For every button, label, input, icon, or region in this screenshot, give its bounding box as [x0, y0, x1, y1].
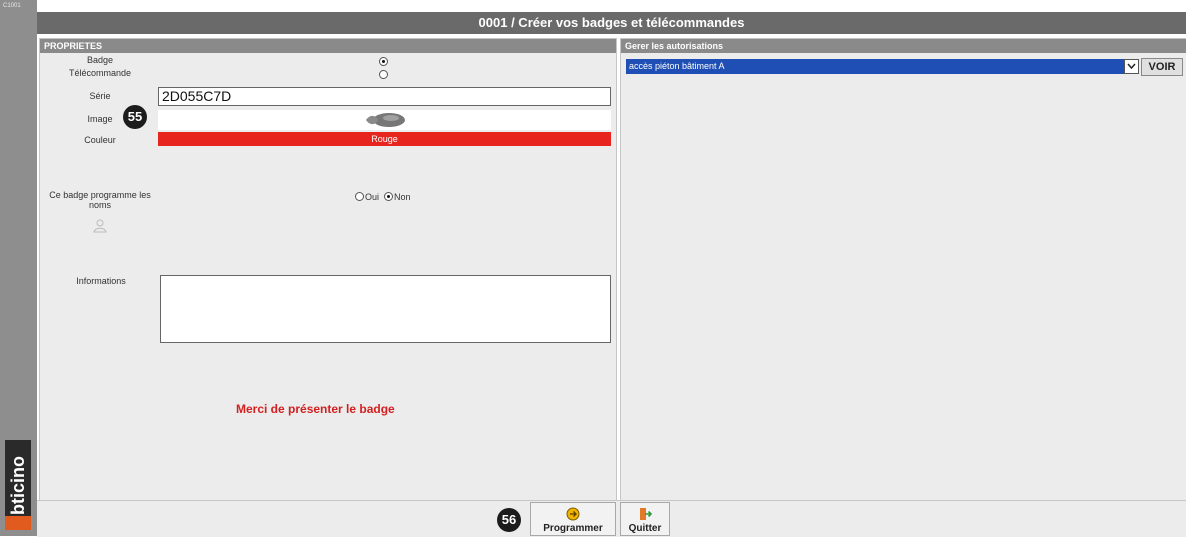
- voir-button[interactable]: VOIR: [1141, 58, 1183, 76]
- status-message: Merci de présenter le badge: [236, 402, 395, 416]
- informations-textarea[interactable]: [160, 275, 611, 343]
- informations-label: Informations: [76, 276, 126, 286]
- program-icon: [566, 507, 580, 521]
- callout-56: 56: [497, 508, 521, 532]
- brand-sidebar: C1001 bticino: [0, 0, 37, 536]
- telecommande-label: Télécommande: [68, 68, 132, 78]
- programmer-button[interactable]: Programmer: [530, 502, 616, 536]
- oui-label: Oui: [365, 192, 380, 202]
- couleur-field[interactable]: Rouge: [158, 132, 611, 146]
- window-title: 0001 / Créer vos badges et télécommandes: [37, 12, 1186, 34]
- programmer-label: Programmer: [543, 523, 603, 534]
- logo-mark: [5, 516, 31, 530]
- dropdown-button[interactable]: [1124, 59, 1139, 74]
- badge-label: Badge: [86, 55, 114, 65]
- bticino-logo: bticino: [5, 440, 31, 530]
- serie-label: Série: [89, 91, 111, 101]
- image-field: [158, 110, 611, 130]
- non-label: Non: [394, 192, 411, 202]
- telecommande-radio[interactable]: [379, 70, 388, 79]
- callout-55: 55: [123, 105, 147, 129]
- badge-radio[interactable]: [379, 57, 388, 66]
- screen-code: C1001: [3, 3, 21, 9]
- exit-door-icon: [640, 508, 652, 520]
- chevron-down-icon: [1127, 63, 1136, 70]
- oui-radio[interactable]: [355, 192, 364, 201]
- non-radio[interactable]: [384, 192, 393, 201]
- brand-name: bticino: [7, 455, 28, 515]
- authorisations-header: Gerer les autorisations: [621, 39, 1186, 53]
- authorisations-panel: Gerer les autorisations: [620, 38, 1186, 502]
- properties-header: PROPRIETES: [40, 39, 616, 53]
- person-icon: [93, 219, 107, 233]
- quitter-button[interactable]: Quitter: [620, 502, 670, 536]
- authorisation-select[interactable]: accès piéton bâtiment A: [626, 59, 1139, 74]
- badge-icon: [366, 113, 405, 127]
- quitter-label: Quitter: [628, 523, 662, 534]
- couleur-label: Couleur: [84, 135, 116, 145]
- serie-input[interactable]: 2D055C7D: [158, 87, 611, 106]
- program-names-label: Ce badge programme les noms: [49, 190, 151, 210]
